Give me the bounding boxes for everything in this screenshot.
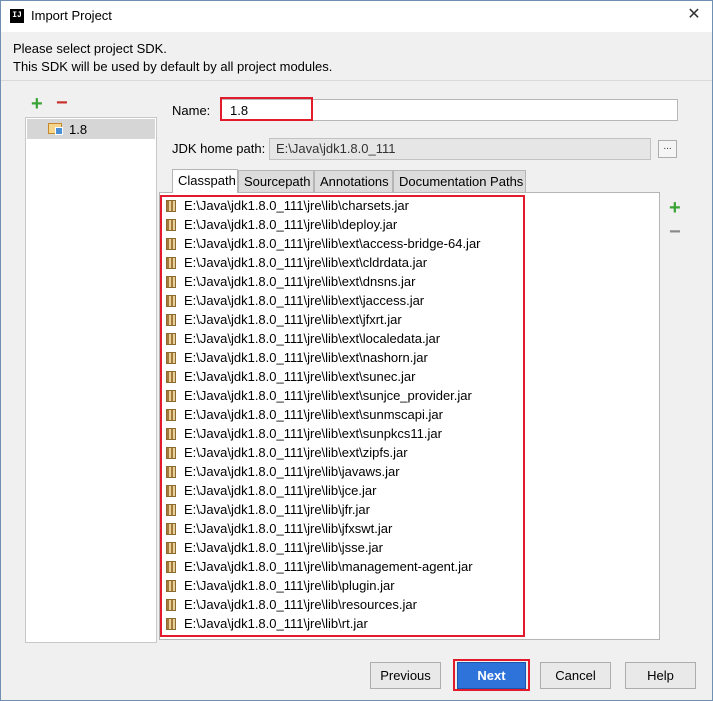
tab-sourcepath[interactable]: Sourcepath xyxy=(238,170,314,192)
jar-icon xyxy=(166,219,176,231)
jar-icon xyxy=(166,409,176,421)
classpath-entry: E:\Java\jdk1.8.0_111\jre\lib\ext\localed… xyxy=(184,331,441,346)
header-description: This SDK will be used by default by all … xyxy=(13,59,333,74)
classpath-entry: E:\Java\jdk1.8.0_111\jre\lib\rt.jar xyxy=(184,616,368,631)
classpath-entry: E:\Java\jdk1.8.0_111\jre\lib\jfxswt.jar xyxy=(184,521,393,536)
jar-icon xyxy=(166,599,176,611)
classpath-entry: E:\Java\jdk1.8.0_111\jre\lib\management-… xyxy=(184,559,473,574)
jar-icon xyxy=(166,523,176,535)
classpath-entry: E:\Java\jdk1.8.0_111\jre\lib\ext\sunpkcs… xyxy=(184,426,442,441)
header-separator xyxy=(1,80,712,81)
sdk-list-item-label: 1.8 xyxy=(69,122,88,137)
classpath-entry: E:\Java\jdk1.8.0_111\jre\lib\ext\access-… xyxy=(184,236,481,251)
tab-documentation-paths[interactable]: Documentation Paths xyxy=(393,170,526,192)
classpath-entry: E:\Java\jdk1.8.0_111\jre\lib\plugin.jar xyxy=(184,578,395,593)
jar-icon xyxy=(166,390,176,402)
jar-icon xyxy=(166,485,176,497)
previous-button[interactable]: Previous xyxy=(370,662,441,689)
import-project-dialog: IJ Import Project ✕ Please select projec… xyxy=(0,0,713,701)
jar-icon xyxy=(166,238,176,250)
cancel-button[interactable]: Cancel xyxy=(540,662,611,689)
sdk-folder-icon xyxy=(48,123,63,135)
classpath-entry: E:\Java\jdk1.8.0_111\jre\lib\jce.jar xyxy=(184,483,377,498)
title-bar: IJ Import Project ✕ xyxy=(1,1,712,32)
classpath-entry: E:\Java\jdk1.8.0_111\jre\lib\ext\nashorn… xyxy=(184,350,428,365)
jar-icon xyxy=(166,466,176,478)
classpath-entry: E:\Java\jdk1.8.0_111\jre\lib\ext\sunmsca… xyxy=(184,407,443,422)
next-button[interactable]: Next xyxy=(457,662,526,689)
jar-icon xyxy=(166,371,176,383)
header-instruction: Please select project SDK. xyxy=(13,41,167,56)
classpath-entry: E:\Java\jdk1.8.0_111\jre\lib\ext\sunec.j… xyxy=(184,369,416,384)
tab-classpath[interactable]: Classpath xyxy=(172,169,238,193)
add-classpath-plus-icon[interactable]: + xyxy=(669,198,681,218)
classpath-entry: E:\Java\jdk1.8.0_111\jre\lib\ext\sunjce_… xyxy=(184,388,472,403)
jar-icon xyxy=(166,504,176,516)
classpath-list: E:\Java\jdk1.8.0_111\jre\lib\charsets.ja… xyxy=(159,192,660,640)
remove-classpath-minus-icon[interactable]: − xyxy=(669,222,681,242)
classpath-entry: E:\Java\jdk1.8.0_111\jre\lib\resources.j… xyxy=(184,597,417,612)
classpath-entry: E:\Java\jdk1.8.0_111\jre\lib\ext\dnsns.j… xyxy=(184,274,416,289)
classpath-entry: E:\Java\jdk1.8.0_111\jre\lib\jsse.jar xyxy=(184,540,383,555)
browse-button[interactable]: ... xyxy=(658,140,677,158)
close-icon[interactable]: ✕ xyxy=(684,5,704,25)
jar-icon xyxy=(166,257,176,269)
classpath-entry: E:\Java\jdk1.8.0_111\jre\lib\ext\jfxrt.j… xyxy=(184,312,402,327)
tab-annotations[interactable]: Annotations xyxy=(314,170,393,192)
name-input[interactable] xyxy=(221,99,678,121)
add-sdk-plus-icon[interactable]: + xyxy=(31,94,43,114)
jar-icon xyxy=(166,447,176,459)
classpath-entry: E:\Java\jdk1.8.0_111\jre\lib\ext\jaccess… xyxy=(184,293,425,308)
classpath-entry: E:\Java\jdk1.8.0_111\jre\lib\ext\cldrdat… xyxy=(184,255,428,270)
jar-icon xyxy=(166,580,176,592)
intellij-app-icon: IJ xyxy=(10,9,24,23)
classpath-entry: E:\Java\jdk1.8.0_111\jre\lib\javaws.jar xyxy=(184,464,400,479)
classpath-entry: E:\Java\jdk1.8.0_111\jre\lib\charsets.ja… xyxy=(184,198,409,213)
jar-icon xyxy=(166,561,176,573)
jar-icon xyxy=(166,314,176,326)
classpath-entry: E:\Java\jdk1.8.0_111\jre\lib\ext\zipfs.j… xyxy=(184,445,408,460)
help-button[interactable]: Help xyxy=(625,662,696,689)
jdk-home-path-field[interactable]: E:\Java\jdk1.8.0_111 xyxy=(269,138,651,160)
jar-icon xyxy=(166,276,176,288)
jar-icon xyxy=(166,542,176,554)
sdk-list: 1.8 xyxy=(25,117,157,643)
window-title: Import Project xyxy=(31,8,112,23)
jar-icon xyxy=(166,618,176,630)
sdk-list-item[interactable]: 1.8 xyxy=(27,119,155,139)
jar-icon xyxy=(166,295,176,307)
name-label: Name: xyxy=(172,103,211,118)
classpath-entry: E:\Java\jdk1.8.0_111\jre\lib\deploy.jar xyxy=(184,217,398,232)
jar-icon xyxy=(166,428,176,440)
jar-icon xyxy=(166,352,176,364)
jdk-home-label: JDK home path: xyxy=(172,141,266,156)
dialog-header: Please select project SDK. This SDK will… xyxy=(1,32,712,80)
jar-icon xyxy=(166,333,176,345)
jar-icon xyxy=(166,200,176,212)
classpath-entry: E:\Java\jdk1.8.0_111\jre\lib\jfr.jar xyxy=(184,502,370,517)
remove-sdk-minus-icon[interactable]: − xyxy=(56,93,68,113)
